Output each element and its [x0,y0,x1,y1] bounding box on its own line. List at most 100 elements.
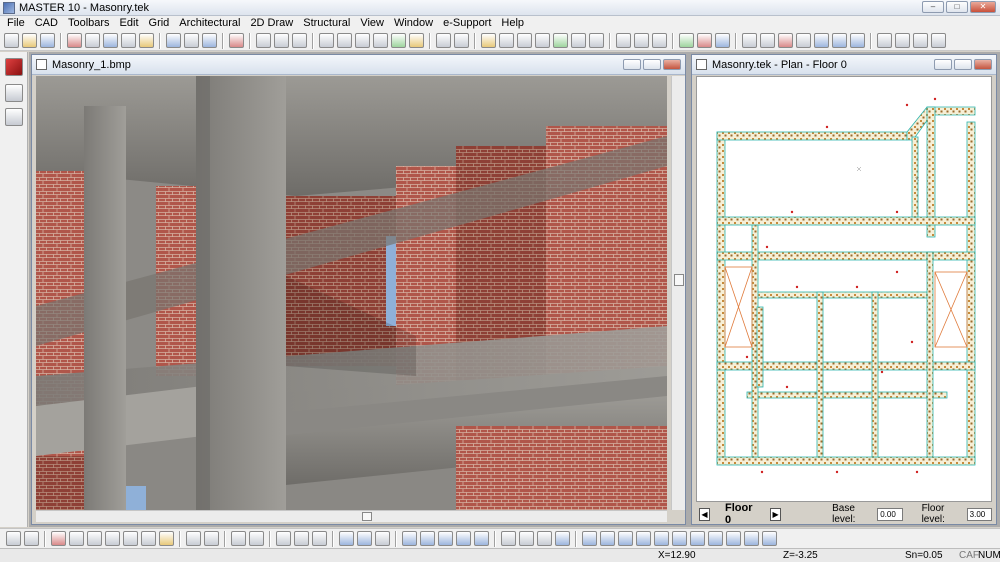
support-tool-icon[interactable] [571,33,586,48]
zoom-all-icon[interactable] [123,531,138,546]
menu-view[interactable]: View [355,16,389,31]
tools-icon[interactable] [409,33,424,48]
report-icon[interactable] [697,33,712,48]
menu-architectural[interactable]: Architectural [174,16,245,31]
print-icon[interactable] [67,33,82,48]
frame-icon[interactable] [814,33,829,48]
slab-icon[interactable] [249,531,264,546]
paste-icon[interactable] [103,33,118,48]
undo-icon[interactable] [6,531,21,546]
menu-help[interactable]: Help [496,16,529,31]
text-frame-icon[interactable] [420,531,435,546]
redo-icon[interactable] [24,531,39,546]
move-icon[interactable] [895,33,910,48]
text-a-icon[interactable] [402,531,417,546]
point-minus-icon[interactable] [519,531,534,546]
footing-icon[interactable] [760,33,775,48]
point-plus-icon[interactable] [501,531,516,546]
render-icon[interactable] [481,33,496,48]
zoom-in-icon[interactable] [69,531,84,546]
render-vertical-scrollbar[interactable] [671,76,685,510]
trim-icon[interactable] [276,531,291,546]
plan-minimize-button[interactable] [934,59,952,70]
menu-cad[interactable]: CAD [30,16,63,31]
dimension-icon[interactable] [337,33,352,48]
zoom-previous-icon[interactable] [141,531,156,546]
snap-icon[interactable] [436,33,451,48]
snap-mid-icon[interactable] [618,531,633,546]
save-icon[interactable] [40,33,55,48]
zoom-out-icon[interactable] [87,531,102,546]
book-icon[interactable] [5,58,23,76]
menu-2d-draw[interactable]: 2D Draw [245,16,298,31]
floor-down-icon[interactable] [5,108,23,126]
zoom-window-icon[interactable] [105,531,120,546]
table-view-icon[interactable] [357,531,372,546]
building-icon[interactable] [850,33,865,48]
render-close-button[interactable] [663,59,681,70]
menu-window[interactable]: Window [389,16,438,31]
snap-alt-icon[interactable] [454,33,469,48]
render-horizontal-scrollbar[interactable] [36,510,667,522]
render-minimize-button[interactable] [623,59,641,70]
wall-tool-icon[interactable] [499,33,514,48]
pan-icon[interactable] [159,531,174,546]
properties-icon[interactable] [339,531,354,546]
print-preview-icon[interactable] [121,33,136,48]
snap-hatch-icon[interactable] [744,531,759,546]
render-viewport[interactable] [36,76,667,510]
base-level-field[interactable]: 0.00 [877,507,903,521]
text-a2-icon[interactable] [456,531,471,546]
snap-intersection-icon[interactable] [672,531,687,546]
menu-grid[interactable]: Grid [144,16,175,31]
layers-alt-icon[interactable] [202,33,217,48]
menu-structural[interactable]: Structural [298,16,355,31]
load-tool-icon[interactable] [553,33,568,48]
render-maximize-button[interactable] [643,59,661,70]
floor-icon[interactable] [832,33,847,48]
delete-icon[interactable] [778,33,793,48]
angle-icon[interactable] [204,531,219,546]
snap-tangent-icon[interactable] [708,531,723,546]
beam-tool-icon[interactable] [517,33,532,48]
tree-icon[interactable] [391,33,406,48]
snap-perp-icon[interactable] [636,531,651,546]
snap-center-icon[interactable] [654,531,669,546]
snap-nearest-icon[interactable] [690,531,705,546]
plan-close-button[interactable] [974,59,992,70]
plan-maximize-button[interactable] [954,59,972,70]
export-icon[interactable] [139,33,154,48]
circle-icon[interactable] [274,33,289,48]
pen-icon[interactable] [166,33,181,48]
snap-grid-icon[interactable] [582,531,597,546]
text-icon[interactable] [319,33,334,48]
column-icon[interactable] [355,33,370,48]
hand-icon[interactable] [877,33,892,48]
text-m-icon[interactable] [438,531,453,546]
floor-up-icon[interactable] [5,84,23,102]
alert-icon[interactable] [51,531,66,546]
mouse-icon[interactable] [537,531,552,546]
render-vscroll-thumb[interactable] [674,274,684,286]
copy-icon[interactable] [85,33,100,48]
stairs-icon[interactable] [373,33,388,48]
new-file-icon[interactable] [4,33,19,48]
fillet-icon[interactable] [312,531,327,546]
render-hscroll-thumb[interactable] [362,512,372,521]
snap-off-icon[interactable] [762,531,777,546]
next-floor-button[interactable]: ▶ [770,507,782,521]
previous-floor-button[interactable]: ◀ [699,507,711,521]
layers-icon[interactable] [184,33,199,48]
snap-quad-icon[interactable] [726,531,741,546]
menu-toolbars[interactable]: Toolbars [63,16,115,31]
table-icon[interactable] [589,33,604,48]
duplicate-icon[interactable] [375,531,390,546]
menu-e-support[interactable]: e-Support [438,16,496,31]
beam-icon[interactable] [231,531,246,546]
close-button[interactable]: ✕ [970,1,996,13]
check-icon[interactable] [679,33,694,48]
grid-icon[interactable] [229,33,244,48]
crosshair-icon[interactable] [555,531,570,546]
slab-tool-icon[interactable] [535,33,550,48]
line-icon[interactable] [256,33,271,48]
